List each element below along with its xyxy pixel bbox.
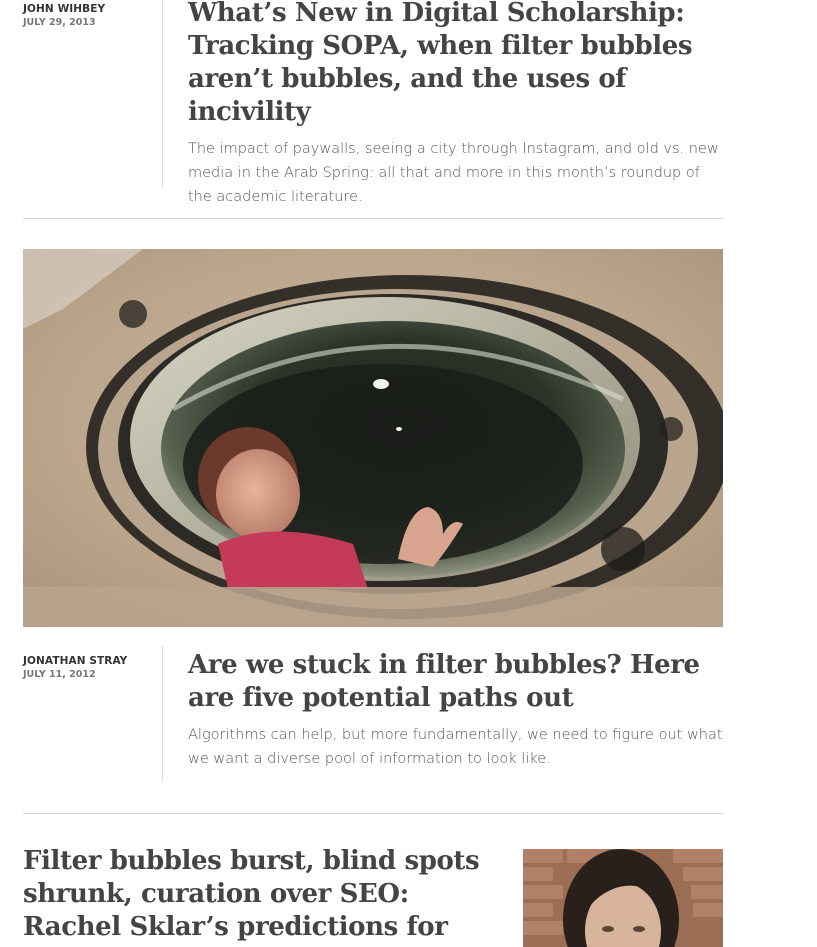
article-2: JONATHAN STRAY JULY 11, 2012 Are we stuc… — [23, 646, 723, 786]
article-thumbnail-image[interactable] — [523, 849, 723, 947]
article-dek: The impact of paywalls, seeing a city th… — [188, 141, 719, 205]
article-headline[interactable]: Filter bubbles burst, blind spots shrunk… — [23, 845, 493, 947]
article-separator — [23, 813, 723, 814]
byline-divider — [162, 646, 163, 782]
publish-date: JULY 29, 2013 — [23, 17, 96, 28]
byline: JONATHAN STRAY JULY 11, 2012 — [23, 655, 163, 681]
byline-divider — [162, 0, 163, 188]
article-1: JOHN WIHBEY JULY 29, 2013 What’s New in … — [23, 0, 723, 205]
article-headline[interactable]: What’s New in Digital Scholarship: Track… — [188, 0, 728, 129]
author-name[interactable]: JOHN WIHBEY — [23, 3, 163, 16]
article-content: What’s New in Digital Scholarship: Track… — [188, 0, 728, 209]
article-separator — [23, 218, 723, 219]
publish-date: JULY 11, 2012 — [23, 669, 96, 680]
author-name[interactable]: JONATHAN STRAY — [23, 655, 163, 668]
article-dek: Algorithms can help, but more fundamenta… — [188, 727, 723, 767]
article-headline[interactable]: Are we stuck in filter bubbles? Here are… — [188, 649, 728, 715]
byline: JOHN WIHBEY JULY 29, 2013 — [23, 3, 163, 29]
article-content: Are we stuck in filter bubbles? Here are… — [188, 649, 728, 771]
article-hero-image[interactable] — [23, 249, 723, 627]
